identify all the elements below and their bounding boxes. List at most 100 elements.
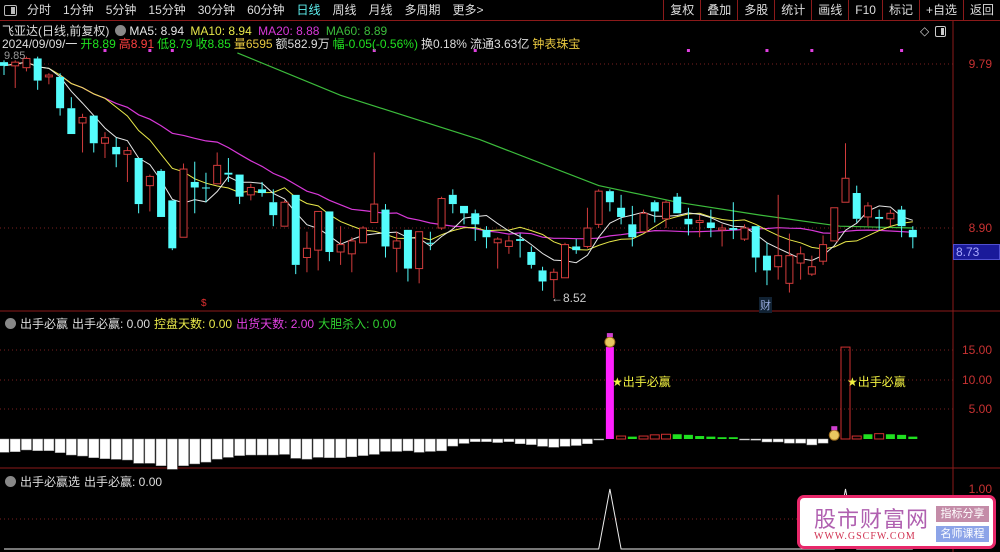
histogram-bar-negative [739, 438, 750, 441]
candle-body-up [718, 227, 727, 231]
histogram-bar-negative [234, 438, 245, 456]
candle-body-down [897, 209, 906, 227]
candle-body-down [56, 76, 65, 109]
tab-1min[interactable]: 1分钟 [57, 0, 100, 21]
histogram-bar-negative [436, 438, 447, 452]
candle-body-down [875, 216, 884, 219]
histogram-bar-green [728, 437, 738, 439]
histogram-bar-negative [593, 438, 604, 441]
histogram-bar-negative [178, 438, 189, 466]
f10-button[interactable]: F10 [848, 0, 882, 21]
candle-body-down [269, 202, 278, 216]
tab-more[interactable]: 更多> [447, 0, 490, 21]
restore-rights-button[interactable]: 复权 [663, 0, 700, 21]
histogram-bar-green [908, 436, 918, 439]
chart-canvas[interactable] [0, 0, 1000, 552]
tab-30min[interactable]: 30分钟 [192, 0, 241, 21]
tab-multi-period[interactable]: 多周期 [399, 0, 447, 21]
histogram-bar-negative [43, 438, 55, 451]
dropdown-icon[interactable] [5, 318, 16, 329]
candle-body-up [347, 240, 356, 255]
moving-averages [3, 52, 913, 264]
histogram-bar-negative [481, 438, 492, 442]
tab-15min[interactable]: 15分钟 [142, 0, 191, 21]
histogram-bar-negative [155, 438, 167, 466]
candle-body-down [471, 213, 480, 225]
histogram-bar-negative [167, 438, 178, 470]
histogram-bar-negative [806, 438, 818, 446]
histogram-bar-red [874, 433, 885, 440]
draw-line-button[interactable]: 画线 [811, 0, 848, 21]
histogram-bar-negative [346, 438, 358, 458]
indicator2-name[interactable]: 出手必赢选 [20, 475, 80, 489]
tab-60min[interactable]: 60分钟 [241, 0, 290, 21]
dropdown-icon[interactable] [5, 476, 16, 487]
candle-body-up [437, 198, 446, 229]
volume: 量6595 [233, 37, 273, 51]
candle-body-up [639, 212, 648, 233]
high: 高8.91 [118, 37, 155, 51]
histogram-bar-green [885, 434, 895, 439]
candle-body-down [762, 255, 771, 271]
overlay-button[interactable]: 叠加 [700, 0, 737, 21]
candle-body-down [628, 224, 637, 238]
candle-body-down [89, 115, 98, 144]
statistics-button[interactable]: 统计 [774, 0, 811, 21]
ind1-tick: 15.00 [961, 343, 992, 357]
tab-5min[interactable]: 5分钟 [100, 0, 143, 21]
candle-body-up [561, 244, 569, 279]
candle-body-down [381, 209, 390, 247]
panel-toggle-icon[interactable] [4, 4, 17, 16]
candle-body-up [44, 74, 53, 78]
histogram-bar-negative [256, 438, 268, 456]
watermark-tag: 指标分享 [936, 506, 989, 522]
change: 幅-0.05(-0.56%) [332, 37, 418, 51]
indicator-bars [0, 333, 918, 470]
histogram-bar-negative [312, 438, 324, 458]
panel-toggle-icon[interactable] [935, 25, 947, 37]
candle-body-down [448, 194, 457, 205]
money-bag-icon [828, 429, 840, 441]
candle-body-up [841, 177, 850, 203]
tab-weekly[interactable]: 周线 [326, 0, 362, 21]
event-dot [765, 49, 769, 52]
add-watchlist-button[interactable]: +自选 [918, 0, 963, 21]
candle-body-up [807, 266, 816, 275]
tab-monthly[interactable]: 月线 [363, 0, 399, 21]
tab-fenshi[interactable]: 分时 [21, 0, 57, 21]
candle-body-down [112, 146, 121, 155]
diamond-icon[interactable]: ◇ [920, 24, 929, 38]
histogram-bar-green [897, 434, 907, 439]
sector[interactable]: 钟表珠宝 [532, 37, 580, 51]
multi-stock-button[interactable]: 多股 [737, 0, 774, 21]
candle-body-down [325, 211, 334, 252]
candle-body-down [516, 239, 525, 241]
mark-button[interactable]: 标记 [881, 0, 919, 21]
histogram-bar-negative [54, 438, 66, 453]
histogram-bar-red [660, 433, 671, 440]
candle-body-down [527, 251, 536, 265]
indicator1-name[interactable]: 出手必赢 [20, 317, 68, 331]
histogram-bar-negative [514, 438, 526, 444]
histogram-bar-negative [503, 438, 515, 442]
histogram-bar-negative [447, 438, 459, 447]
candle-body-down [426, 242, 435, 244]
candle-body-up [774, 255, 783, 268]
candle-body-down [460, 205, 469, 214]
candle-body-up [78, 116, 87, 124]
candle-body-up [661, 201, 670, 220]
candle-body-up [504, 240, 513, 247]
candle-body-up [314, 210, 323, 251]
candle-body-down [33, 58, 42, 81]
candle-body-up [886, 212, 895, 220]
back-button[interactable]: 返回 [962, 0, 1000, 21]
tab-daily[interactable]: 日线 [290, 0, 326, 21]
histogram-bar-negative [77, 438, 88, 457]
float-shares: 流通3.63亿 [469, 37, 530, 51]
top-price-label: 9.85 [4, 50, 26, 62]
finance-marker[interactable]: 财 [759, 297, 772, 313]
histogram-bar-negative [750, 438, 761, 441]
ma60-line [237, 52, 913, 229]
event-marker[interactable]: $ [201, 298, 207, 309]
candle-body-up [740, 227, 749, 240]
